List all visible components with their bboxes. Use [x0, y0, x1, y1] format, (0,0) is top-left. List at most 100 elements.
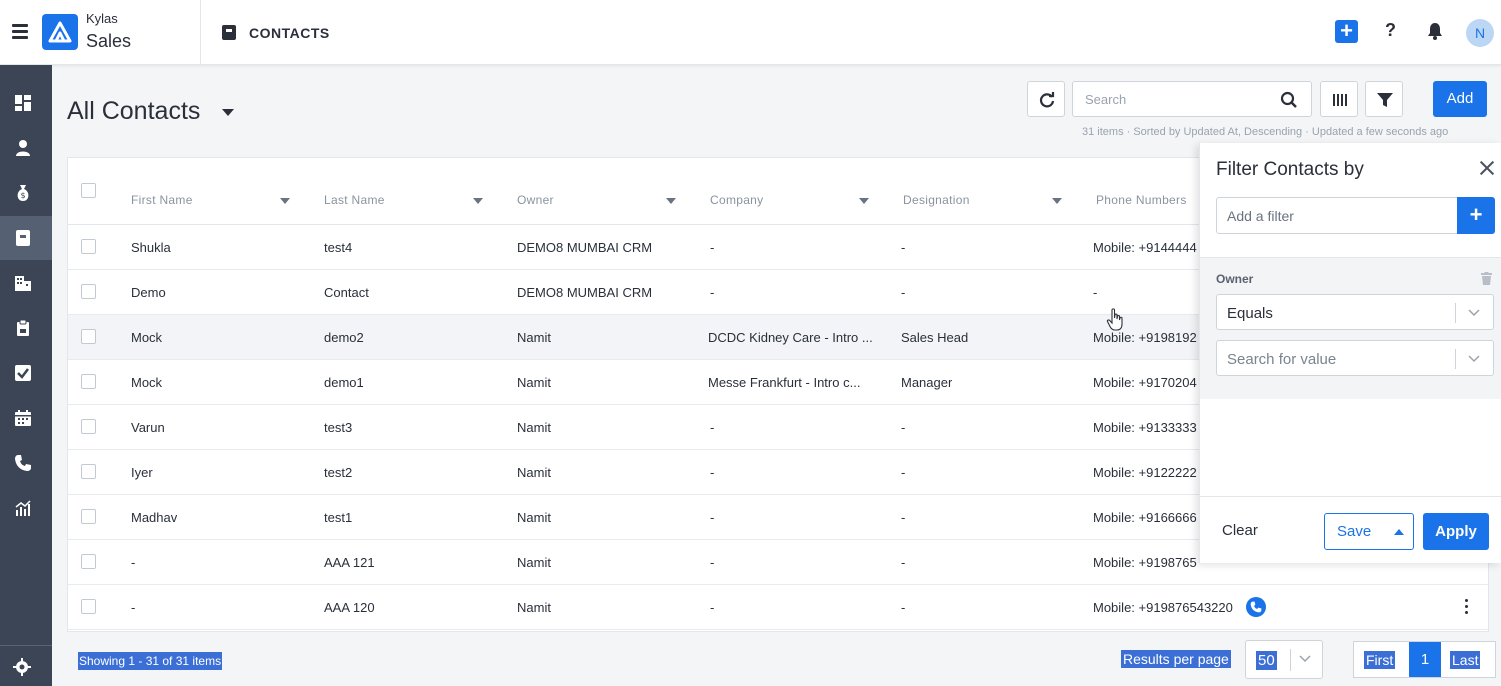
- cell-last-name[interactable]: test1: [324, 510, 352, 525]
- column-header[interactable]: Designation: [903, 193, 970, 207]
- select-all-checkbox[interactable]: [81, 183, 96, 198]
- chevron-down-icon[interactable]: [1052, 198, 1062, 204]
- cell-last-name[interactable]: AAA 120: [324, 600, 375, 615]
- cell-last-name[interactable]: demo1: [324, 375, 364, 390]
- more-options-icon[interactable]: [1463, 599, 1469, 617]
- add-filter-button[interactable]: +: [1457, 197, 1495, 234]
- row-checkbox[interactable]: [81, 284, 96, 299]
- dashboard-icon[interactable]: [0, 81, 52, 125]
- calendar-icon[interactable]: [0, 396, 52, 440]
- cell-first-name[interactable]: -: [131, 555, 135, 570]
- contact-card-icon[interactable]: [0, 216, 52, 260]
- close-icon[interactable]: [1478, 159, 1496, 177]
- phone-icon[interactable]: [0, 441, 52, 485]
- cell-phone[interactable]: Mobile: +9170204: [1093, 375, 1197, 390]
- current-page-button[interactable]: 1: [1409, 642, 1441, 677]
- cell-phone[interactable]: Mobile: +9198765: [1093, 555, 1197, 570]
- cell-company: Messe Frankfurt - Intro c...: [708, 375, 861, 390]
- cell-phone[interactable]: -: [1093, 285, 1097, 300]
- user-icon[interactable]: [0, 126, 52, 170]
- help-icon[interactable]: ?: [1385, 20, 1396, 41]
- save-button[interactable]: Save: [1324, 513, 1414, 550]
- cell-owner: Namit: [517, 555, 551, 570]
- column-header[interactable]: Company: [710, 193, 763, 207]
- chevron-up-icon[interactable]: [1394, 529, 1404, 535]
- cell-first-name[interactable]: -: [131, 600, 135, 615]
- cell-first-name[interactable]: Mock: [131, 330, 162, 345]
- chevron-down-icon[interactable]: [222, 109, 234, 116]
- money-bag-icon[interactable]: $: [0, 171, 52, 215]
- cell-phone[interactable]: Mobile: +9166666: [1093, 510, 1197, 525]
- quick-add-icon[interactable]: +: [1335, 20, 1358, 43]
- row-checkbox[interactable]: [81, 599, 96, 614]
- row-checkbox[interactable]: [81, 509, 96, 524]
- column-header[interactable]: Phone Numbers: [1096, 193, 1187, 207]
- add-filter-input[interactable]: [1217, 198, 1455, 233]
- chevron-down-icon[interactable]: [666, 198, 676, 204]
- chevron-down-icon[interactable]: [473, 198, 483, 204]
- row-checkbox[interactable]: [81, 419, 96, 434]
- cell-last-name[interactable]: Contact: [324, 285, 369, 300]
- kylas-logo[interactable]: [42, 14, 78, 50]
- avatar[interactable]: N: [1466, 19, 1494, 47]
- cell-first-name[interactable]: Shukla: [131, 240, 171, 255]
- cell-designation: -: [901, 465, 906, 480]
- cell-last-name[interactable]: demo2: [324, 330, 364, 345]
- chevron-down-icon[interactable]: [280, 198, 290, 204]
- header-divider: [200, 0, 201, 64]
- cell-owner: Namit: [517, 465, 551, 480]
- clear-button[interactable]: Clear: [1222, 522, 1258, 539]
- cell-last-name[interactable]: test2: [324, 465, 352, 480]
- filter-button[interactable]: [1365, 81, 1403, 117]
- cell-phone[interactable]: Mobile: +9122222: [1093, 465, 1197, 480]
- cell-owner: Namit: [517, 510, 551, 525]
- operator-select[interactable]: Equals: [1216, 294, 1494, 330]
- value-select[interactable]: Search for value: [1216, 340, 1494, 376]
- cell-phone[interactable]: Mobile: +9198192: [1093, 330, 1197, 345]
- bell-icon[interactable]: [1427, 22, 1443, 45]
- cell-last-name[interactable]: test4: [324, 240, 352, 255]
- first-page-button[interactable]: First: [1364, 651, 1396, 669]
- view-title[interactable]: All Contacts: [67, 97, 200, 126]
- cell-first-name[interactable]: Varun: [131, 420, 165, 435]
- clipboard-icon[interactable]: [0, 306, 52, 350]
- search-icon[interactable]: [1280, 91, 1298, 109]
- checkbox-icon[interactable]: [0, 351, 52, 395]
- cell-first-name[interactable]: Mock: [131, 375, 162, 390]
- cell-first-name[interactable]: Demo: [131, 285, 166, 300]
- phone-icon[interactable]: [1246, 597, 1266, 617]
- brand-name: Kylas: [86, 11, 118, 26]
- cell-first-name[interactable]: Madhav: [131, 510, 177, 525]
- cell-phone[interactable]: Mobile: +9144444: [1093, 240, 1197, 255]
- column-header[interactable]: First Name: [131, 193, 193, 207]
- row-checkbox[interactable]: [81, 374, 96, 389]
- row-checkbox[interactable]: [81, 464, 96, 479]
- settings-icon[interactable]: [0, 645, 52, 686]
- search-input[interactable]: [1073, 82, 1273, 116]
- contact-card-icon: [222, 25, 236, 40]
- cell-first-name[interactable]: Iyer: [131, 465, 153, 480]
- sidebar: $: [0, 65, 52, 686]
- column-header[interactable]: Last Name: [324, 193, 385, 207]
- last-page-button[interactable]: Last: [1450, 651, 1481, 669]
- trash-icon[interactable]: [1481, 272, 1492, 285]
- cell-last-name[interactable]: test3: [324, 420, 352, 435]
- menu-icon[interactable]: [12, 24, 28, 39]
- cell-last-name[interactable]: AAA 121: [324, 555, 375, 570]
- apply-button[interactable]: Apply: [1423, 513, 1489, 550]
- cell-phone[interactable]: Mobile: +919876543220: [1093, 600, 1233, 615]
- add-button[interactable]: Add: [1433, 81, 1487, 117]
- building-icon[interactable]: [0, 261, 52, 305]
- row-checkbox[interactable]: [81, 239, 96, 254]
- cell-phone[interactable]: Mobile: +9133333: [1093, 420, 1197, 435]
- row-checkbox[interactable]: [81, 329, 96, 344]
- refresh-button[interactable]: [1027, 81, 1065, 117]
- cell-designation: -: [901, 600, 906, 615]
- chevron-down-icon[interactable]: [859, 198, 869, 204]
- table-row[interactable]: - AAA 120 Namit - - Mobile: +91987654322…: [68, 585, 1488, 630]
- row-checkbox[interactable]: [81, 554, 96, 569]
- results-per-page-select[interactable]: 50: [1245, 640, 1323, 679]
- reports-icon[interactable]: [0, 486, 52, 530]
- column-header[interactable]: Owner: [517, 193, 554, 207]
- columns-button[interactable]: [1320, 81, 1358, 117]
